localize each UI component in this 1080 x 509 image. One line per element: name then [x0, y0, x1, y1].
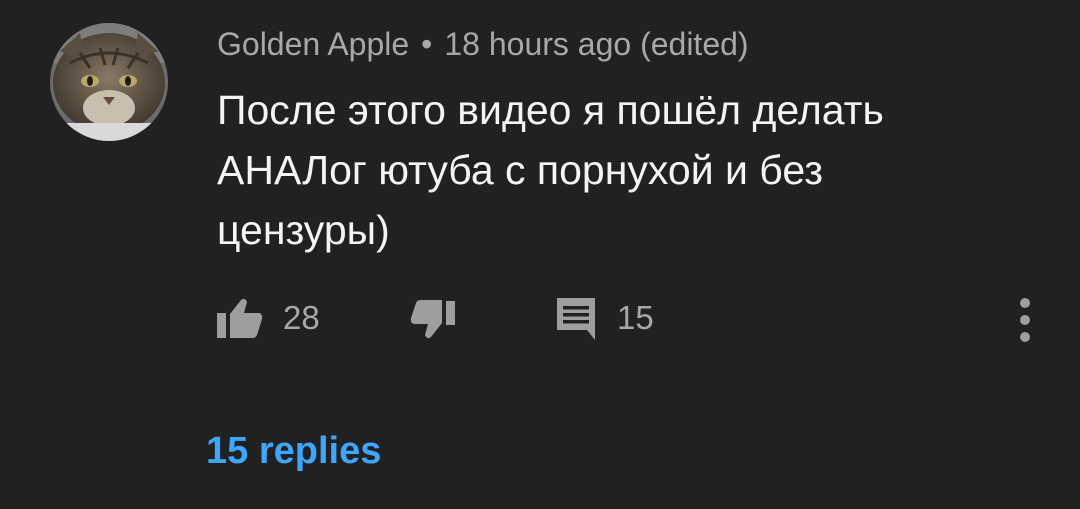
dislike-button[interactable] [411, 296, 455, 340]
avatar[interactable] [50, 23, 168, 141]
view-replies-link[interactable]: 15 replies [206, 430, 381, 473]
author-name[interactable]: Golden Apple [217, 26, 409, 62]
comment-icon [557, 298, 595, 340]
comment-meta: Golden Apple • 18 hours ago (edited) [217, 24, 749, 64]
thumbs-down-icon [411, 300, 455, 339]
meta-separator: • [421, 26, 433, 62]
reply-count: 15 [617, 299, 654, 336]
cat-avatar-icon [50, 23, 168, 141]
comment-thread: Golden Apple • 18 hours ago (edited) После… [0, 0, 1080, 509]
thumbs-up-icon [217, 298, 263, 338]
more-vertical-icon [1020, 298, 1030, 342]
more-options-button[interactable] [1012, 296, 1038, 344]
like-button[interactable]: 28 [217, 296, 320, 340]
comment-text: После этого видео я пошёл делать АНАЛог … [217, 87, 884, 253]
like-count: 28 [283, 299, 320, 336]
reply-button[interactable]: 15 [555, 296, 654, 340]
timestamp: 18 hours ago (edited) [444, 26, 749, 62]
